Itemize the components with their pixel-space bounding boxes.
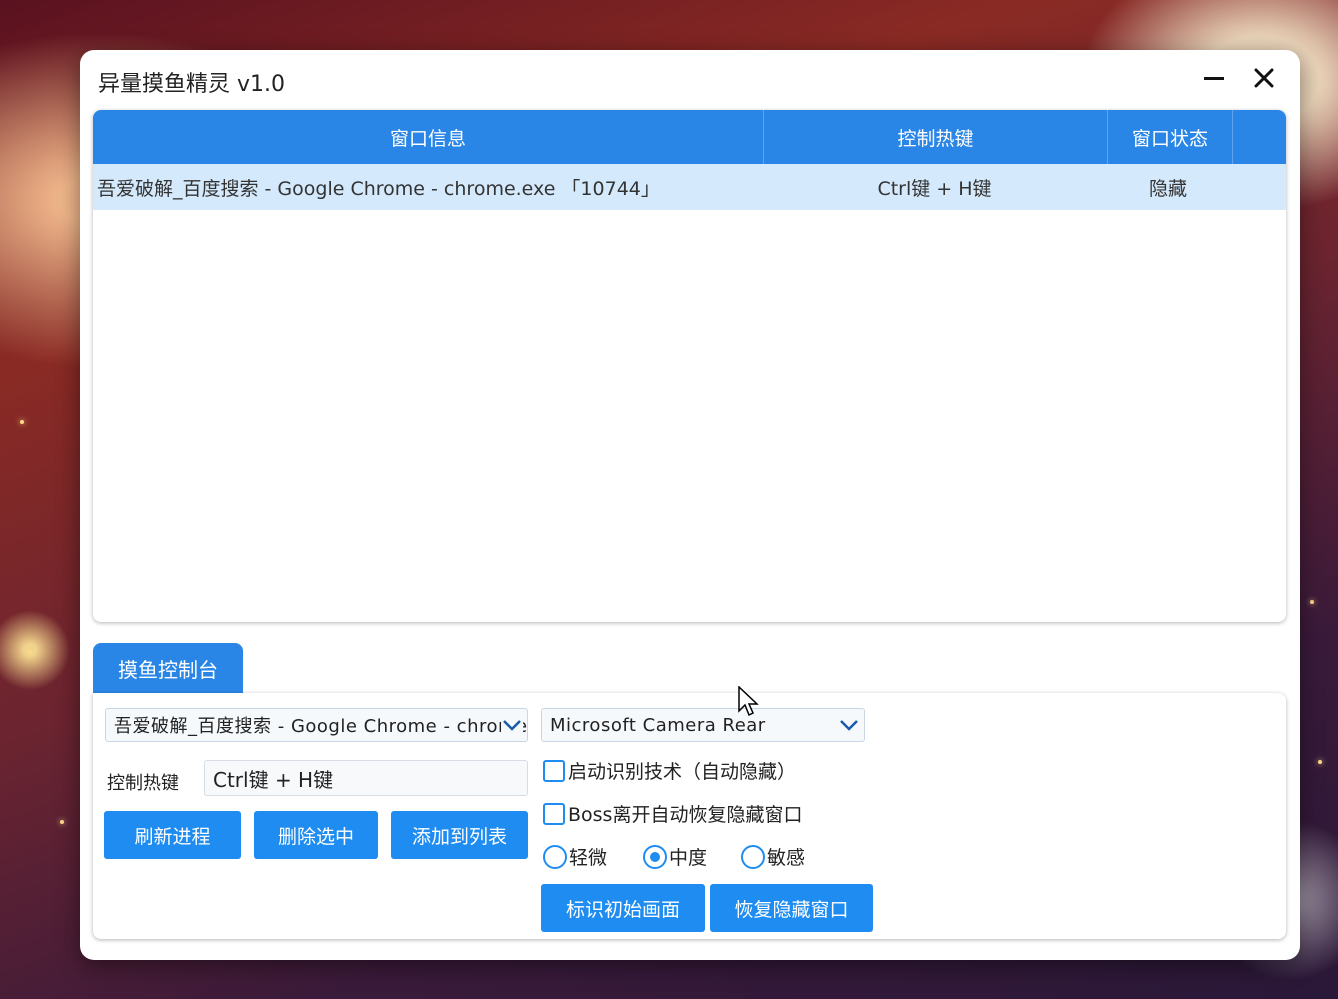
cell-hotkey: Ctrl键 + H键: [877, 177, 992, 200]
close-icon: [1254, 68, 1274, 88]
column-header-spacer: [1233, 110, 1286, 164]
camera-select[interactable]: Microsoft Camera Rear: [541, 708, 865, 742]
column-header-window-info[interactable]: 窗口信息: [93, 110, 764, 164]
cell-status: 隐藏: [1148, 177, 1187, 200]
mouse-cursor-icon: [738, 686, 759, 717]
column-header-status[interactable]: 窗口状态: [1108, 110, 1233, 164]
refresh-process-button[interactable]: 刷新进程: [104, 811, 241, 859]
sensitivity-label-sensitive: 敏感: [767, 847, 806, 869]
background-sparkle: [60, 820, 64, 824]
sensitivity-label-medium: 中度: [669, 847, 708, 869]
table-header: 窗口信息 控制热键 窗口状态: [93, 110, 1286, 164]
window-list-table: 窗口信息 控制热键 窗口状态 吾爱破解_百度搜索 - Google Chrome…: [93, 110, 1286, 622]
chevron-down-icon: [501, 715, 523, 735]
boss-restore-checkbox[interactable]: [543, 803, 565, 825]
sensitivity-label-light: 轻微: [569, 847, 608, 869]
minimize-button[interactable]: [1196, 60, 1232, 96]
tab-control-panel[interactable]: 摸鱼控制台: [93, 643, 243, 693]
sensitivity-radio-medium[interactable]: [643, 845, 667, 869]
add-to-list-button[interactable]: 添加到列表: [391, 811, 528, 859]
window-select-value: 吾爱破解_百度搜索 - Google Chrome - chrome.exe: [114, 716, 528, 737]
camera-select-value: Microsoft Camera Rear: [550, 714, 766, 736]
control-panel: 吾爱破解_百度搜索 - Google Chrome - chrome.exe M…: [93, 693, 1286, 939]
window-title: 异量摸鱼精灵 v1.0: [98, 72, 286, 97]
column-header-hotkey[interactable]: 控制热键: [764, 110, 1108, 164]
background-sparkle: [1318, 760, 1322, 764]
background-sparkle: [20, 420, 24, 424]
background-sparkle: [28, 650, 32, 654]
hotkey-input[interactable]: Ctrl键 + H键: [204, 760, 528, 796]
chevron-down-icon: [838, 715, 860, 735]
background-sparkle: [1310, 600, 1314, 604]
delete-selected-button[interactable]: 删除选中: [254, 811, 378, 859]
close-button[interactable]: [1246, 60, 1282, 96]
sensitivity-radio-light[interactable]: [543, 845, 567, 869]
window-select[interactable]: 吾爱破解_百度搜索 - Google Chrome - chrome.exe: [105, 708, 528, 742]
app-window: 异量摸鱼精灵 v1.0 窗口信息 控制热键 窗口状态 吾爱破解_百度搜索 - G…: [80, 50, 1300, 960]
cell-window-info: 吾爱破解_百度搜索 - Google Chrome - chrome.exe 「…: [97, 177, 660, 200]
mark-initial-frame-button[interactable]: 标识初始画面: [541, 884, 705, 932]
auto-detect-checkbox[interactable]: [543, 760, 565, 782]
table-row[interactable]: 吾爱破解_百度搜索 - Google Chrome - chrome.exe 「…: [93, 164, 1286, 210]
auto-detect-label: 启动识别技术（自动隐藏）: [568, 761, 797, 783]
hotkey-label: 控制热键: [107, 773, 179, 794]
boss-restore-label: Boss离开自动恢复隐藏窗口: [568, 804, 803, 826]
sensitivity-radio-sensitive[interactable]: [741, 845, 765, 869]
restore-hidden-window-button[interactable]: 恢复隐藏窗口: [710, 884, 873, 932]
